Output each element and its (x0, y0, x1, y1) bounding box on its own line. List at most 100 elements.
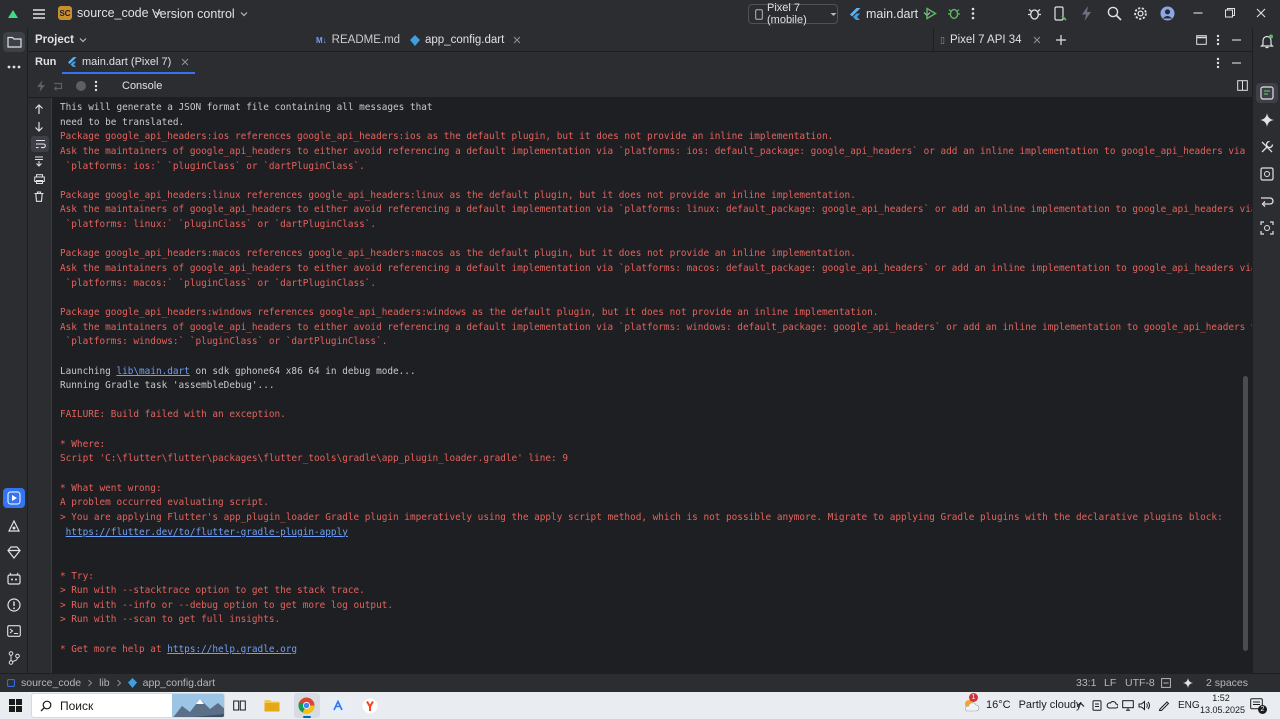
ai-sparkle-icon[interactable] (1183, 678, 1193, 688)
tools-icon[interactable] (1258, 138, 1276, 156)
hot-restart-icon[interactable] (52, 80, 64, 92)
running-devices-icon[interactable] (1256, 83, 1278, 103)
layout-inspector-icon[interactable] (1258, 192, 1276, 210)
windows-start-icon[interactable] (9, 699, 22, 712)
indent-setting[interactable]: 2 spaces (1206, 677, 1248, 689)
console-line-error: Script 'C:\flutter\flutter\packages\flut… (60, 452, 1252, 467)
run-icon[interactable] (925, 7, 937, 20)
version-control-label: Version control (152, 7, 235, 21)
tray-app-icon[interactable] (1092, 700, 1102, 711)
apply-changes-icon[interactable] (1081, 6, 1092, 21)
chrome-taskbar-button[interactable] (294, 693, 320, 718)
maximize-pane-icon[interactable] (1196, 35, 1207, 45)
breadcrumb-item[interactable]: source_code (21, 677, 81, 689)
line-separator[interactable]: LF (1104, 677, 1116, 689)
file-encoding[interactable]: UTF-8 (1125, 677, 1155, 689)
minimize-icon[interactable] (1192, 7, 1204, 19)
console-tab[interactable]: Console (122, 80, 162, 92)
debug-icon[interactable] (947, 6, 961, 20)
problems-icon[interactable] (5, 596, 23, 614)
logcat-icon[interactable] (5, 569, 23, 587)
notifications-icon[interactable] (1258, 32, 1276, 50)
device-explorer-icon[interactable] (1258, 165, 1276, 183)
console-line-text: Launching (60, 365, 117, 377)
restore-window-icon[interactable] (1224, 7, 1236, 19)
console-output[interactable]: This will generate a JSON format file co… (52, 98, 1252, 673)
task-view-icon[interactable] (233, 699, 246, 712)
run-tab-main-dart[interactable]: main.dart (Pixel 7) (62, 52, 196, 74)
settings-gear-icon[interactable] (1133, 6, 1148, 21)
weather-widget[interactable]: 1 16°C Partly cloudy (962, 693, 1082, 713)
more-tool-windows-icon[interactable] (5, 58, 23, 76)
emulator-tab[interactable]: ▯ Pixel 7 API 34 (940, 28, 1066, 52)
device-manager-icon[interactable] (1053, 6, 1067, 22)
arrow-up-icon[interactable] (34, 104, 44, 115)
readonly-toggle-icon[interactable] (1161, 678, 1171, 688)
soft-wrap-icon[interactable] (31, 136, 49, 152)
taskbar-search-box[interactable]: Поиск (31, 693, 225, 718)
hide-pane-icon[interactable] (1231, 35, 1242, 45)
clear-all-trash-icon[interactable] (34, 191, 44, 202)
notification-center-icon[interactable]: 2 (1250, 698, 1267, 714)
close-window-icon[interactable] (1255, 7, 1267, 19)
editor-tab-app-config[interactable]: app_config.dart (410, 28, 521, 52)
account-avatar-icon[interactable] (1160, 6, 1175, 21)
pane-options-icon[interactable] (1216, 34, 1220, 46)
chevron-up-icon[interactable] (1076, 701, 1085, 708)
git-branch-icon[interactable] (5, 649, 23, 667)
file-explorer-icon[interactable] (264, 698, 280, 712)
yandex-browser-icon[interactable] (362, 698, 378, 714)
console-scrollbar[interactable] (1243, 376, 1248, 651)
print-icon[interactable] (34, 174, 45, 184)
console-hyperlink[interactable]: https://help.gradle.org (167, 644, 297, 655)
run-tab-label: main.dart (Pixel 7) (82, 56, 172, 68)
version-control-menu[interactable]: Version control (152, 7, 248, 21)
close-tab-icon[interactable] (1033, 36, 1041, 44)
bug-report-icon[interactable] (1027, 6, 1042, 21)
breadcrumb-item[interactable]: app_config.dart (143, 677, 215, 689)
scroll-to-end-icon[interactable] (34, 156, 44, 167)
android-studio-taskbar-icon[interactable] (330, 698, 346, 714)
device-selector[interactable]: Pixel 7 (mobile) (748, 2, 838, 26)
layout-toggle-icon[interactable] (1237, 80, 1248, 91)
project-switcher[interactable]: SC source_code (58, 6, 162, 20)
add-tab-icon[interactable] (1055, 35, 1066, 45)
hide-run-window-icon[interactable] (1231, 58, 1242, 68)
console-line-text: * Try: (60, 570, 94, 582)
run-toolwindow-icon[interactable] (3, 488, 25, 508)
network-icon[interactable] (1122, 700, 1134, 711)
screenshot-icon[interactable] (1258, 219, 1276, 237)
input-language[interactable]: ENG (1178, 700, 1200, 711)
more-actions-icon[interactable] (971, 7, 975, 20)
run-options-icon[interactable] (1216, 57, 1220, 69)
clock[interactable]: 1:52 13.05.2025 (1200, 693, 1245, 716)
stop-icon[interactable] (75, 80, 87, 92)
editor-tab-readme[interactable]: M↓ README.md (316, 28, 400, 52)
volume-icon[interactable] (1138, 700, 1150, 711)
run-config-selector[interactable]: main.dart (850, 7, 931, 21)
gem-icon[interactable] (5, 543, 23, 561)
console-line-error: Ask the maintainers of google_api_header… (60, 145, 1252, 160)
app-quality-icon[interactable] (5, 517, 23, 535)
console-hyperlink[interactable]: https://flutter.dev/to/flutter-gradle-pl… (66, 527, 348, 538)
console-more-icon[interactable] (94, 80, 98, 92)
right-tool-strip (1252, 28, 1280, 673)
pen-icon[interactable] (1158, 699, 1170, 711)
console-line-error: * Where: (60, 438, 1252, 453)
search-icon[interactable] (1107, 6, 1122, 21)
breadcrumb: source_code lib app_config.dart (7, 677, 215, 689)
terminal-icon[interactable] (5, 622, 23, 640)
arrow-down-icon[interactable] (34, 121, 44, 132)
onedrive-icon[interactable] (1106, 700, 1118, 709)
clock-time: 1:52 (1212, 693, 1230, 703)
project-folder-icon[interactable] (3, 32, 25, 52)
project-panel-toggle[interactable]: Project (35, 28, 87, 52)
main-menu-icon[interactable] (31, 6, 47, 22)
console-hyperlink[interactable]: lib\main.dart (116, 366, 189, 377)
close-tab-icon[interactable] (181, 58, 189, 66)
caret-position[interactable]: 33:1 (1076, 677, 1096, 689)
hot-reload-icon[interactable] (36, 80, 46, 92)
close-tab-icon[interactable] (513, 36, 521, 44)
gemini-sparkle-icon[interactable] (1258, 111, 1276, 129)
breadcrumb-item[interactable]: lib (99, 677, 110, 689)
